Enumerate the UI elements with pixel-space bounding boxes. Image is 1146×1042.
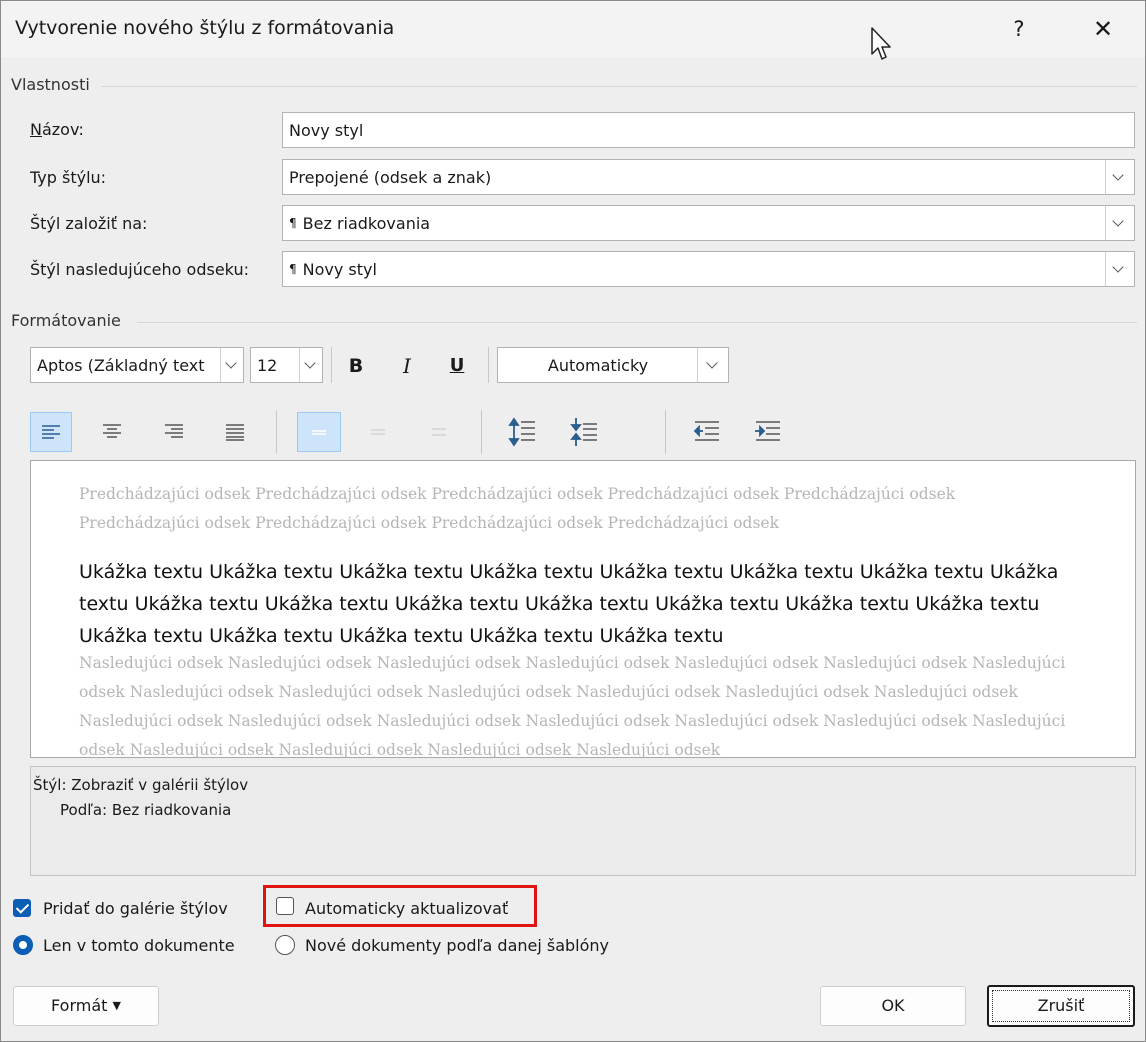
style-description: Štýl: Zobraziť v galérii štýlov Podľa: B… — [30, 766, 1136, 876]
decrease-paragraph-spacing-button[interactable] — [563, 412, 605, 452]
toolbar-separator — [331, 347, 332, 383]
based-on-label: Štýl založiť na: — [30, 214, 148, 233]
add-to-gallery-label[interactable]: Pridať do galérie štýlov — [43, 899, 228, 918]
properties-heading: Vlastnosti — [11, 75, 90, 94]
font-size-select[interactable]: 12 — [250, 347, 323, 383]
title-bar: Vytvorenie nového štýlu z formátovania ?… — [1, 1, 1145, 60]
italic-button[interactable]: I — [388, 347, 426, 385]
one-half-spacing-button[interactable] — [358, 412, 398, 452]
align-right-icon — [165, 424, 183, 438]
align-center-button[interactable] — [91, 412, 133, 452]
toolbar-separator — [665, 410, 666, 454]
cancel-button[interactable]: Zrušiť — [987, 985, 1135, 1027]
style-type-select[interactable]: Prepojené (odsek a znak) — [282, 159, 1135, 195]
increase-paragraph-spacing-button[interactable] — [501, 412, 543, 452]
help-button[interactable]: ? — [1005, 11, 1033, 47]
increase-spacing-icon — [508, 417, 535, 447]
align-center-icon — [103, 424, 121, 438]
double-spacing-icon — [432, 428, 446, 436]
decrease-indent-button[interactable] — [685, 412, 727, 452]
toolbar-separator — [276, 410, 277, 454]
preview-sample-text: Ukážka textu Ukážka textu Ukážka textu U… — [79, 561, 1059, 647]
align-right-button[interactable] — [153, 412, 195, 452]
auto-update-label[interactable]: Automaticky aktualizovať — [305, 899, 508, 918]
font-size-value: 12 — [257, 356, 278, 375]
decrease-spacing-icon — [570, 418, 597, 446]
based-on-value: Bez riadkovania — [302, 214, 431, 233]
chevron-down-icon[interactable] — [697, 348, 728, 382]
dialog-title: Vytvorenie nového štýlu z formátovania — [15, 17, 395, 39]
font-color-value: Automaticky — [547, 356, 649, 375]
new-documents-radio[interactable] — [275, 935, 295, 955]
single-spacing-button[interactable] — [297, 412, 341, 452]
format-button[interactable]: Formát ▼ — [13, 986, 159, 1026]
chevron-down-icon[interactable] — [1105, 252, 1134, 286]
next-paragraph-value: Novy styl — [302, 260, 377, 279]
double-spacing-button[interactable] — [419, 412, 459, 452]
one-half-spacing-icon — [371, 429, 385, 435]
preview-previous-paragraph: Predchádzajúci odsek Predchádzajúci odse… — [79, 485, 956, 532]
description-line-2: Podľa: Bez riadkovania — [60, 801, 232, 819]
only-this-document-radio[interactable] — [13, 935, 33, 955]
decrease-indent-icon — [693, 421, 719, 441]
name-input-value: Novy styl — [289, 121, 364, 140]
font-select[interactable]: Aptos (Základný text — [30, 347, 244, 383]
cancel-button-label: Zrušiť — [1037, 996, 1085, 1015]
toolbar-separator — [488, 347, 489, 383]
bold-button[interactable]: B — [337, 347, 375, 385]
formatting-heading: Formátovanie — [11, 311, 121, 330]
chevron-down-icon[interactable] — [220, 348, 243, 382]
align-left-button[interactable] — [30, 412, 72, 452]
toolbar-separator — [481, 410, 482, 454]
caret-down-icon: ▼ — [112, 999, 121, 1012]
auto-update-checkbox[interactable] — [276, 897, 294, 915]
based-on-select[interactable]: ¶ Bez riadkovania — [282, 205, 1135, 241]
format-button-label: Formát — [51, 996, 108, 1015]
properties-divider — [101, 86, 1137, 87]
single-spacing-icon — [312, 430, 326, 435]
close-button[interactable]: ✕ — [1087, 11, 1119, 47]
style-type-value: Prepojené (odsek a znak) — [289, 168, 492, 187]
increase-indent-icon — [755, 421, 780, 441]
mouse-cursor-icon — [871, 27, 891, 60]
style-preview: Predchádzajúci odsek Predchádzajúci odse… — [30, 460, 1136, 758]
font-color-select[interactable]: Automaticky — [497, 347, 729, 383]
name-label: Názov: — [30, 120, 84, 139]
underline-button[interactable]: U — [438, 347, 476, 385]
chevron-down-icon[interactable] — [1105, 206, 1134, 240]
paragraph-mark-icon: ¶ — [289, 216, 297, 230]
description-line-1: Štýl: Zobraziť v galérii štýlov — [33, 776, 249, 794]
new-documents-label[interactable]: Nové dokumenty podľa danej šablóny — [305, 936, 609, 955]
name-input[interactable]: Novy styl — [282, 112, 1135, 148]
align-left-icon — [42, 425, 60, 439]
next-paragraph-select[interactable]: ¶ Novy styl — [282, 251, 1135, 287]
font-value: Aptos (Základný text — [37, 356, 205, 375]
justify-button[interactable] — [214, 412, 256, 452]
only-this-document-label[interactable]: Len v tomto dokumente — [43, 936, 235, 955]
chevron-down-icon[interactable] — [299, 348, 322, 382]
next-paragraph-label: Štýl nasledujúceho odseku: — [30, 260, 249, 279]
ok-button[interactable]: OK — [820, 986, 966, 1026]
add-to-gallery-checkbox[interactable] — [13, 899, 31, 917]
increase-indent-button[interactable] — [746, 412, 788, 452]
justify-icon — [226, 424, 244, 441]
paragraph-mark-icon: ¶ — [289, 262, 297, 276]
chevron-down-icon[interactable] — [1105, 160, 1134, 194]
formatting-divider — [137, 322, 1137, 323]
create-style-dialog: Vytvorenie nového štýlu z formátovania ?… — [0, 0, 1146, 1042]
style-type-label: Typ štýlu: — [30, 168, 107, 187]
preview-next-paragraph: Nasledujúci odsek Nasledujúci odsek Nasl… — [79, 654, 1066, 758]
